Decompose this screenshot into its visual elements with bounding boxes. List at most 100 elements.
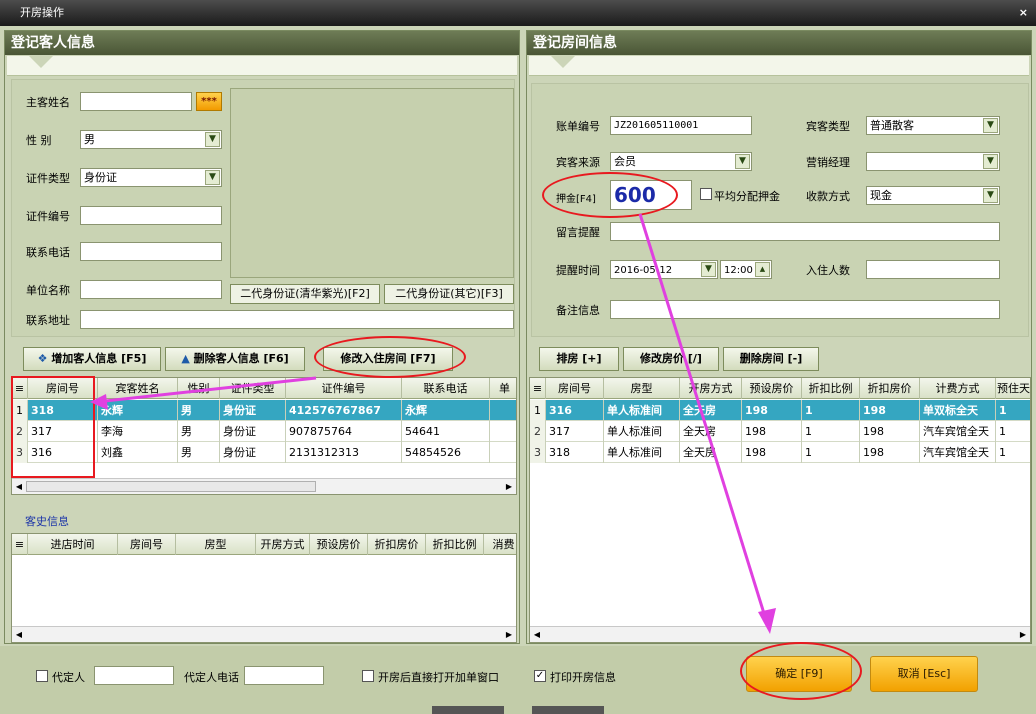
scroll-left-icon[interactable]: ◀ xyxy=(530,627,544,642)
col-idno[interactable]: 证件编号 xyxy=(286,378,402,399)
col-open-mode[interactable]: 开房方式 xyxy=(256,534,310,555)
remind-date-picker[interactable]: 2016-05-12 ▼ xyxy=(610,260,718,279)
room-table[interactable]: ≡ 房间号 房型 开房方式 预设房价 折扣比例 折扣房价 计费方式 预住天 1 … xyxy=(529,377,1031,643)
table-row[interactable]: 2 317 单人标准间 全天房 198 1 198 汽车宾馆全天 1 xyxy=(530,421,1030,442)
id-photo-area xyxy=(230,88,514,278)
chevron-down-icon: ❖ xyxy=(37,352,52,365)
manager-select[interactable]: ▼ xyxy=(866,152,1000,171)
pay-method-select[interactable]: 现金 ▼ xyxy=(866,186,1000,205)
cell-billing: 汽车宾馆全天 xyxy=(920,442,996,463)
id-reader-other-button[interactable]: 二代身份证(其它)[F3] xyxy=(384,284,514,304)
arrange-room-button[interactable]: 排房 [+] xyxy=(539,347,619,371)
lookup-button[interactable]: *** xyxy=(196,92,222,111)
horizontal-scrollbar[interactable]: ◀ ▶ xyxy=(12,478,516,494)
people-input[interactable] xyxy=(866,260,1000,279)
col-consumption[interactable]: 消费 xyxy=(484,534,516,555)
col-checkin-time[interactable]: 进店时间 xyxy=(28,534,118,555)
address-input[interactable] xyxy=(80,310,514,329)
col-days[interactable]: 预住天 xyxy=(996,378,1030,399)
horizontal-scrollbar[interactable]: ◀ ▶ xyxy=(12,626,516,642)
add-guest-button[interactable]: ❖ 增加客人信息 [F5] xyxy=(23,347,161,371)
chevron-down-icon[interactable]: ▼ xyxy=(701,262,716,277)
table-row[interactable]: 1 316 单人标准间 全天房 198 1 198 单双标全天 1 xyxy=(530,400,1030,421)
col-room-type[interactable]: 房型 xyxy=(176,534,256,555)
col-room[interactable]: 房间号 xyxy=(546,378,604,399)
agent-phone-label: 代定人电话 xyxy=(184,671,239,684)
modify-price-button[interactable]: 修改房价 [/] xyxy=(623,347,719,371)
source-select[interactable]: 会员 ▼ xyxy=(610,152,752,171)
cell-idtype: 身份证 xyxy=(220,400,286,421)
col-discount-ratio[interactable]: 折扣比例 xyxy=(426,534,484,555)
delete-room-button[interactable]: 删除房间 [-] xyxy=(723,347,819,371)
footer-bar: 代定人 代定人电话 开房后直接打开加单窗口 ✓ 打印开房信息 确定 [F9] 取… xyxy=(0,646,1036,714)
note-input[interactable] xyxy=(610,300,1000,319)
scroll-right-icon[interactable]: ▶ xyxy=(1016,627,1030,642)
id-reader-tsinghua-button[interactable]: 二代身份证(清华紫光)[F2] xyxy=(230,284,380,304)
col-preset-price[interactable]: 预设房价 xyxy=(742,378,802,399)
col-extra[interactable]: 单 xyxy=(490,378,516,399)
cell-days: 1 xyxy=(996,442,1030,463)
remind-time-spinner[interactable]: 12:00 ▲ xyxy=(720,260,772,279)
cell-name: 李海 xyxy=(98,421,178,442)
bill-no-input[interactable]: JZ201605110001 xyxy=(610,116,752,135)
chevron-down-icon[interactable]: ▼ xyxy=(983,188,998,203)
id-no-input[interactable] xyxy=(80,206,222,225)
history-title: 客史信息 xyxy=(25,515,69,528)
host-name-input[interactable] xyxy=(80,92,192,111)
scroll-right-icon[interactable]: ▶ xyxy=(502,627,516,642)
note-label: 备注信息 xyxy=(556,304,600,317)
room-panel-tabstrip xyxy=(529,56,1029,76)
taskbar-stub xyxy=(532,706,604,714)
col-open-mode[interactable]: 开房方式 xyxy=(680,378,742,399)
company-input[interactable] xyxy=(80,280,222,299)
menu-icon[interactable]: ≡ xyxy=(530,378,546,399)
id-type-label: 证件类型 xyxy=(26,172,70,185)
gender-select[interactable]: 男 ▼ xyxy=(80,130,222,149)
guest-panel-tabstrip xyxy=(7,56,517,76)
col-discount-price[interactable]: 折扣房价 xyxy=(368,534,426,555)
open-bill-checkbox[interactable] xyxy=(362,670,374,682)
scroll-thumb[interactable] xyxy=(26,481,316,492)
col-phone[interactable]: 联系电话 xyxy=(402,378,490,399)
chevron-down-icon[interactable]: ▼ xyxy=(205,132,220,147)
spinner-icon[interactable]: ▲ xyxy=(755,262,770,277)
chevron-down-icon[interactable]: ▼ xyxy=(983,118,998,133)
menu-icon[interactable]: ≡ xyxy=(12,534,28,555)
phone-label: 联系电话 xyxy=(26,246,70,259)
agent-checkbox[interactable] xyxy=(36,670,48,682)
scroll-left-icon[interactable]: ◀ xyxy=(12,627,26,642)
col-idtype[interactable]: 证件类型 xyxy=(220,378,286,399)
id-type-select[interactable]: 身份证 ▼ xyxy=(80,168,222,187)
horizontal-scrollbar[interactable]: ◀ ▶ xyxy=(530,626,1030,642)
col-room-type[interactable]: 房型 xyxy=(604,378,680,399)
col-billing[interactable]: 计费方式 xyxy=(920,378,996,399)
col-room[interactable]: 房间号 xyxy=(118,534,176,555)
print-checkbox[interactable]: ✓ xyxy=(534,670,546,682)
cell-sex: 男 xyxy=(178,442,220,463)
cancel-button[interactable]: 取消 [Esc] xyxy=(870,656,978,692)
scroll-right-icon[interactable]: ▶ xyxy=(502,479,516,494)
cell-discount-ratio: 1 xyxy=(802,442,860,463)
col-sex[interactable]: 性别 xyxy=(178,378,220,399)
id-no-label: 证件编号 xyxy=(26,210,70,223)
phone-input[interactable] xyxy=(80,242,222,261)
chevron-down-icon[interactable]: ▼ xyxy=(735,154,750,169)
chevron-down-icon[interactable]: ▼ xyxy=(983,154,998,169)
agent-phone-input[interactable] xyxy=(244,666,324,685)
message-input[interactable] xyxy=(610,222,1000,241)
delete-guest-button[interactable]: ▲ 删除客人信息 [F6] xyxy=(165,347,305,371)
source-value: 会员 xyxy=(614,155,636,168)
cell-phone: 54854526 xyxy=(402,442,490,463)
chevron-down-icon[interactable]: ▼ xyxy=(205,170,220,185)
agent-input[interactable] xyxy=(94,666,174,685)
col-discount-ratio[interactable]: 折扣比例 xyxy=(802,378,860,399)
history-table[interactable]: ≡ 进店时间 房间号 房型 开房方式 预设房价 折扣房价 折扣比例 消费 ◀ ▶ xyxy=(11,533,517,643)
table-row[interactable]: 3 318 单人标准间 全天房 198 1 198 汽车宾馆全天 1 xyxy=(530,442,1030,463)
col-discount-price[interactable]: 折扣房价 xyxy=(860,378,920,399)
scroll-left-icon[interactable]: ◀ xyxy=(12,479,26,494)
split-deposit-checkbox[interactable] xyxy=(700,188,712,200)
close-icon[interactable]: × xyxy=(1019,0,1028,26)
guest-type-select[interactable]: 普通散客 ▼ xyxy=(866,116,1000,135)
col-name[interactable]: 宾客姓名 xyxy=(98,378,178,399)
col-preset-price[interactable]: 预设房价 xyxy=(310,534,368,555)
